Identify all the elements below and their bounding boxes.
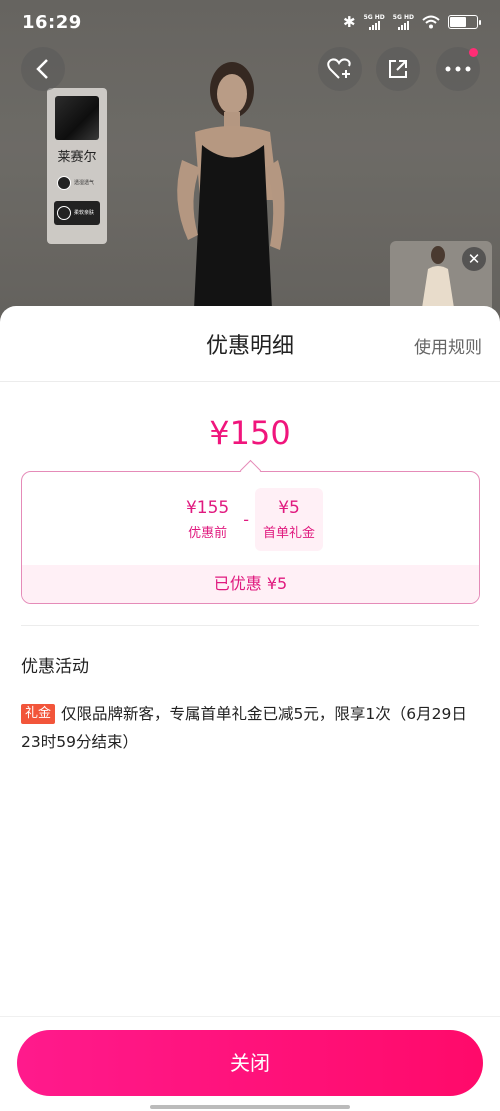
breathable-icon [57,176,71,190]
calc-row: ¥155 优惠前 - ¥5 首单礼金 [22,488,479,551]
minus-operator: - [243,510,250,529]
promotions-section-title: 优惠活动 [21,657,89,677]
sheet-header: 优惠明细 使用规则 [0,306,500,382]
notification-dot [469,48,478,57]
wifi-icon [422,15,440,29]
usage-rules-link[interactable]: 使用规则 [414,333,482,358]
status-bar: 16:29 ✱ 5G HD 5G HD [0,0,500,44]
feature-soft: 柔软亲肤 [54,201,100,225]
favorite-button[interactable] [318,47,362,91]
close-thumbnail-button[interactable]: ✕ [462,247,486,271]
close-button[interactable]: 关闭 [17,1030,483,1096]
gift-coupon-tag: 礼金 [21,704,56,724]
home-indicator[interactable] [150,1105,350,1109]
chevron-left-icon [36,59,48,79]
final-price: ¥150 [209,414,291,452]
status-time: 16:29 [22,11,82,33]
promo-description: 仅限品牌新客，专属首单礼金已减5元，限享1次（6月29日23时59分结束） [21,705,467,751]
heart-plus-icon [327,58,351,79]
status-icons: ✱ 5G HD 5G HD [343,13,481,31]
coupon-amount: ¥5 [278,498,300,518]
promo-item: 礼金 仅限品牌新客，专属首单礼金已减5元，限享1次（6月29日23时59分结束） [21,700,476,756]
fabric-swatch-image [55,96,99,140]
more-icon [445,66,471,72]
original-amount: ¥155 [185,498,230,518]
share-icon [389,60,407,78]
signal-icon-2: 5G HD [393,14,414,30]
original-price-item: ¥155 优惠前 [178,488,237,551]
back-button[interactable] [21,47,65,91]
divider [21,625,479,626]
footer-divider [0,1016,500,1017]
fabric-card: 莱赛尔 透湿透气 柔软亲肤 [47,88,107,244]
share-button[interactable] [376,47,420,91]
feature-breathable: 透湿透气 [54,171,100,195]
discount-detail-sheet: 优惠明细 使用规则 ¥150 ¥155 优惠前 - ¥5 首单礼金 已优惠 ¥5… [0,306,500,1111]
coupon-item: ¥5 首单礼金 [255,488,324,551]
coupon-caption: 首单礼金 [263,526,316,541]
cloud-icon [57,206,71,220]
saved-amount: 已优惠 ¥5 [22,565,479,603]
price-calculation-box: ¥155 优惠前 - ¥5 首单礼金 已优惠 ¥5 [21,471,480,604]
fabric-name: 莱赛尔 [57,150,97,165]
more-button[interactable] [436,47,480,91]
original-caption: 优惠前 [188,526,228,541]
signal-icon-1: 5G HD [364,14,385,30]
battery-icon [448,15,481,29]
bluetooth-icon: ✱ [343,13,356,31]
